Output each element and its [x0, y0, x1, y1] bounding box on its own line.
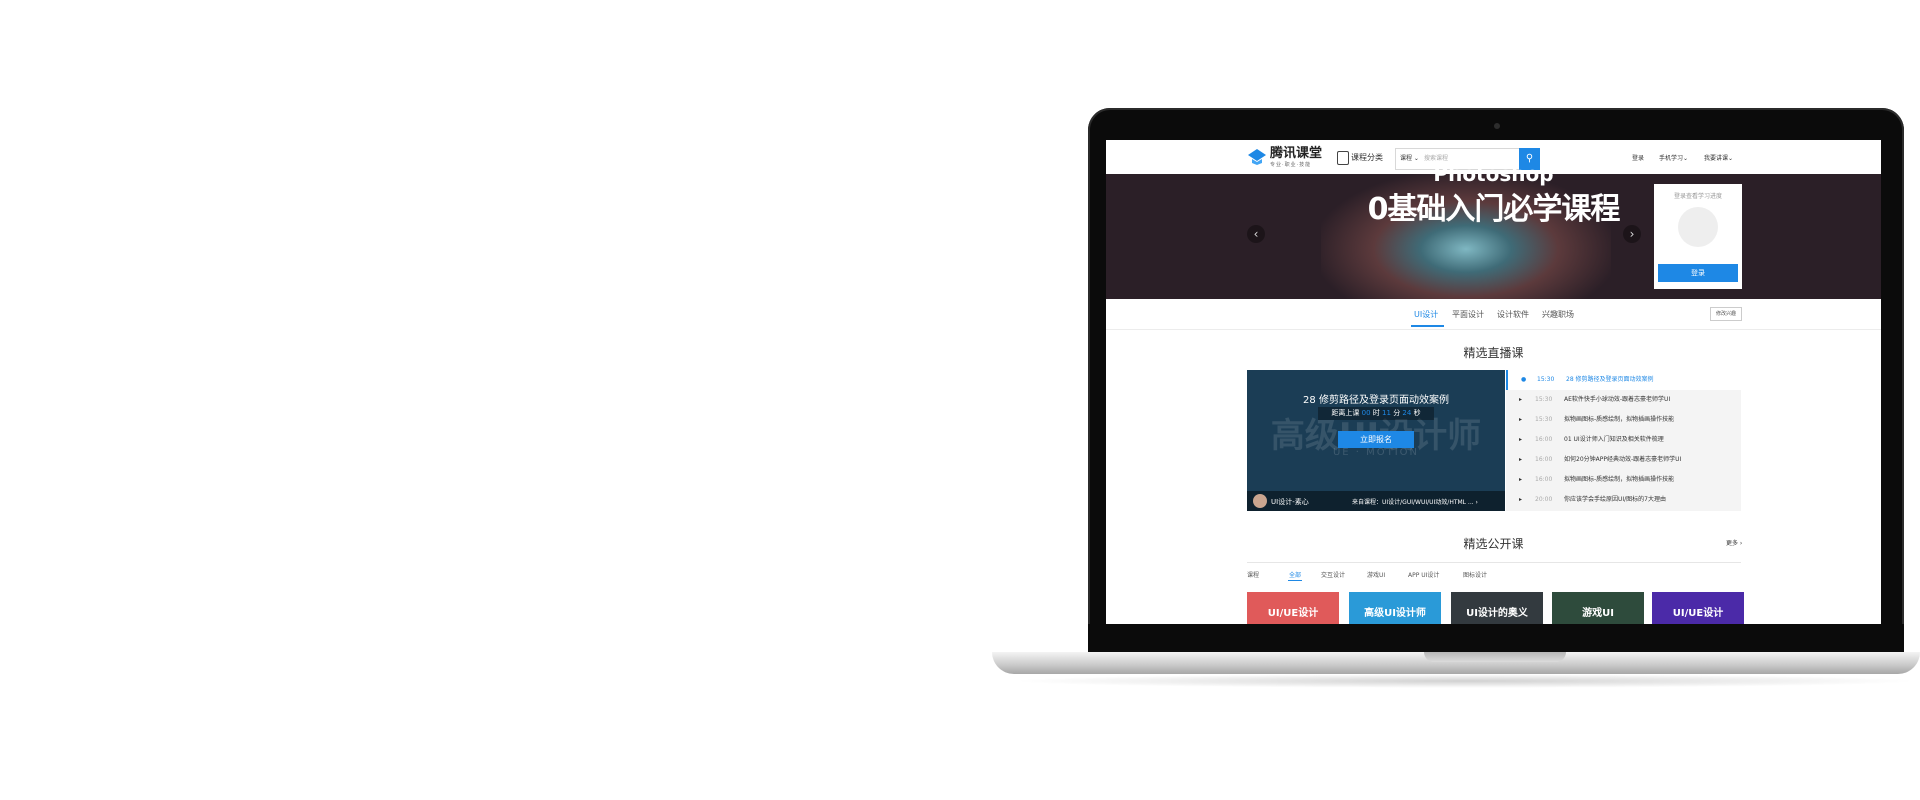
schedule-item[interactable]: ● 15:30 28 修剪路径及登录页面动效案例 [1506, 370, 1743, 390]
schedule-time: 16:00 [1535, 456, 1553, 463]
countdown-hours: 00 [1361, 409, 1371, 417]
tab-ui-design[interactable]: UI设计 [1414, 309, 1438, 320]
banner-title-line1: Photoshop [1433, 162, 1554, 186]
schedule-item[interactable]: ▸ 16:00 拟物画图标-质感绘制，拟物插画操作技能 [1506, 470, 1741, 490]
laptop-notch [1424, 652, 1566, 662]
nav-teach-label: 我要讲课 [1704, 155, 1729, 162]
login-button[interactable]: 登录 [1658, 264, 1738, 282]
countdown-minutes: 11 [1382, 409, 1391, 417]
banner-prev-arrow-icon[interactable]: ‹ [1247, 225, 1265, 243]
schedule-time: 15:30 [1535, 416, 1553, 423]
laptop-screen: 腾讯课堂 专业·职业·技能 课程分类 课程 ⌄ 搜索课程 ⚲ 登录 手机学习⌄ … [1106, 140, 1881, 624]
banner-title-line2: 0基础入门必学课程 [1367, 192, 1621, 227]
course-thumbnail[interactable]: UI/UE设计 [1247, 592, 1339, 624]
live-card-bg-subtext: UE · MOTION [1332, 447, 1420, 458]
filter-interaction-design[interactable]: 交互设计 [1321, 570, 1345, 579]
countdown-seconds: 24 [1402, 409, 1412, 417]
teacher-name[interactable]: UI设计-素心 [1271, 497, 1309, 507]
schedule-title: 你应该学会手绘原因UI/图标的7大理由 [1564, 496, 1667, 503]
schedule-time: 16:00 [1535, 436, 1553, 443]
schedule-time: 20:00 [1535, 496, 1553, 503]
course-thumbnail[interactable]: UI/UE设计 [1652, 592, 1744, 624]
countdown-minutes-unit: 分 [1393, 409, 1401, 417]
course-thumbnail[interactable]: 高级UI设计师 [1349, 592, 1441, 624]
active-filter-indicator [1288, 580, 1302, 581]
interest-tabs [1106, 299, 1881, 330]
schedule-item[interactable]: ▸ 16:00 如何20分钟APP经典动效-跟着志豪老师学UI [1506, 450, 1741, 470]
course-source-link[interactable]: 来自课程：UI设计/GUI/WUI/UI动效/HTML ... › [1352, 497, 1478, 506]
countdown-label: 距离上课 [1331, 409, 1360, 417]
camera-icon [1494, 123, 1500, 129]
countdown-seconds-unit: 秒 [1413, 409, 1421, 417]
schedule-play-icon: ▸ [1519, 396, 1523, 403]
schedule-dot-icon: ● [1521, 376, 1527, 383]
schedule-item[interactable]: ▸ 20:00 你应该学会手绘原因UI/图标的7大理由 [1506, 490, 1741, 510]
schedule-title: 01 UI设计师入门知识及相关软件梳理 [1564, 436, 1664, 443]
nav-mobile-label: 手机学习 [1659, 155, 1684, 162]
schedule-play-icon: ▸ [1519, 476, 1523, 483]
tab-interest-workplace[interactable]: 兴趣职场 [1542, 309, 1574, 320]
schedule-item[interactable]: ▸ 15:30 拟物画图标-质感绘制，拟物插画操作技能 [1506, 410, 1741, 430]
public-section-title: 精选公开课 [1463, 537, 1524, 551]
filter-all[interactable]: 全部 [1289, 570, 1301, 579]
schedule-title: 拟物画图标-质感绘制，拟物插画操作技能 [1564, 476, 1675, 483]
schedule-time: 15:30 [1535, 396, 1553, 403]
schedule-time: 15:30 [1537, 376, 1555, 383]
filter-course-label: 课程 [1247, 572, 1260, 579]
schedule-item[interactable]: ▸ 16:00 01 UI设计师入门知识及相关软件梳理 [1506, 430, 1741, 450]
schedule-play-icon: ▸ [1519, 436, 1523, 443]
schedule-title: 如何20分钟APP经典动效-跟着志豪老师学UI [1564, 456, 1682, 463]
search-placeholder: 搜索课程 [1424, 155, 1449, 162]
laptop-shadow [1010, 674, 1920, 688]
schedule-title: 拟物画图标-质感绘制，拟物插画操作技能 [1564, 416, 1675, 423]
schedule-play-icon: ▸ [1519, 416, 1523, 423]
course-thumbnail[interactable]: UI设计的奥义 [1451, 592, 1543, 624]
filter-game-ui[interactable]: 游戏UI [1367, 570, 1385, 579]
enroll-button[interactable]: 立即报名 [1338, 431, 1414, 448]
live-course-title[interactable]: 28 修剪路径及登录页面动效案例 [1247, 391, 1505, 406]
search-scope-label: 课程 [1400, 155, 1413, 162]
live-section-title: 精选直播课 [1463, 346, 1524, 360]
countdown-hours-unit: 时 [1372, 409, 1380, 417]
section-divider [1247, 562, 1741, 563]
filter-icon-design[interactable]: 图标设计 [1463, 570, 1487, 579]
nav-teach-link[interactable]: 我要讲课⌄ [1704, 153, 1733, 162]
tab-design-software[interactable]: 设计软件 [1497, 309, 1529, 320]
edit-interest-button[interactable]: 修改兴趣 [1710, 307, 1742, 321]
tab-graphic-design[interactable]: 平面设计 [1452, 309, 1484, 320]
schedule-play-icon: ▸ [1519, 456, 1523, 463]
schedule-title: AE软件快手小球动效-跟着志豪老师学UI [1564, 396, 1671, 403]
schedule-item[interactable]: ▸ 15:30 AE软件快手小球动效-跟着志豪老师学UI [1506, 390, 1741, 410]
active-tab-indicator [1411, 325, 1444, 327]
logo-text[interactable]: 腾讯课堂 [1270, 147, 1322, 161]
schedule-play-icon: ▸ [1519, 496, 1523, 503]
filter-app-ui[interactable]: APP UI设计 [1408, 570, 1439, 579]
nav-login-link[interactable]: 登录 [1632, 153, 1644, 162]
avatar-placeholder-icon [1678, 207, 1718, 247]
nav-mobile-link[interactable]: 手机学习⌄ [1659, 153, 1688, 162]
more-link[interactable]: 更多 › [1726, 538, 1742, 547]
schedule-time: 16:00 [1535, 476, 1553, 483]
schedule-title: 28 修剪路径及登录页面动效案例 [1566, 376, 1654, 383]
search-scope-dropdown[interactable]: 课程 ⌄ [1400, 153, 1419, 162]
banner-next-arrow-icon[interactable]: › [1623, 225, 1641, 243]
login-hint: 登录查看学习进度 [1673, 193, 1722, 200]
teacher-avatar[interactable] [1253, 494, 1267, 508]
course-thumbnail[interactable]: 游戏UI [1552, 592, 1644, 624]
countdown-timer: 距离上课 00 时 11 分 24 秒 [1318, 407, 1434, 420]
